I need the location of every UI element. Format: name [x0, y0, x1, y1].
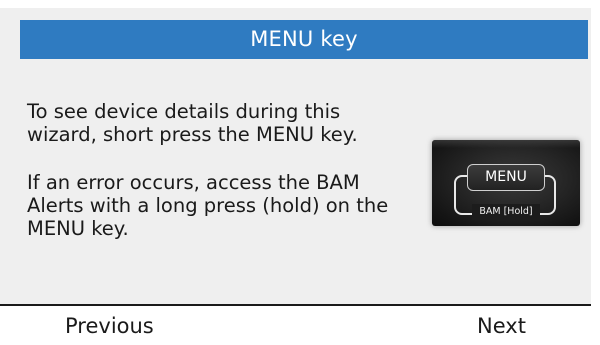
bam-hold-label: BAM [Hold] [472, 204, 540, 220]
next-button[interactable]: Next [477, 312, 526, 340]
page-title: MENU key [20, 20, 588, 59]
softkey-divider [0, 304, 591, 306]
previous-button[interactable]: Previous [65, 312, 154, 340]
wizard-screen: MENU key To see device details during th… [0, 0, 600, 345]
instruction-paragraph-details: To see device details during this wizard… [27, 100, 358, 146]
instruction-paragraph-alerts: If an error occurs, access the BAM Alert… [27, 171, 389, 240]
menu-key-icon: MENU [467, 164, 545, 191]
menu-key-illustration: MENU BAM [Hold] [432, 140, 580, 226]
